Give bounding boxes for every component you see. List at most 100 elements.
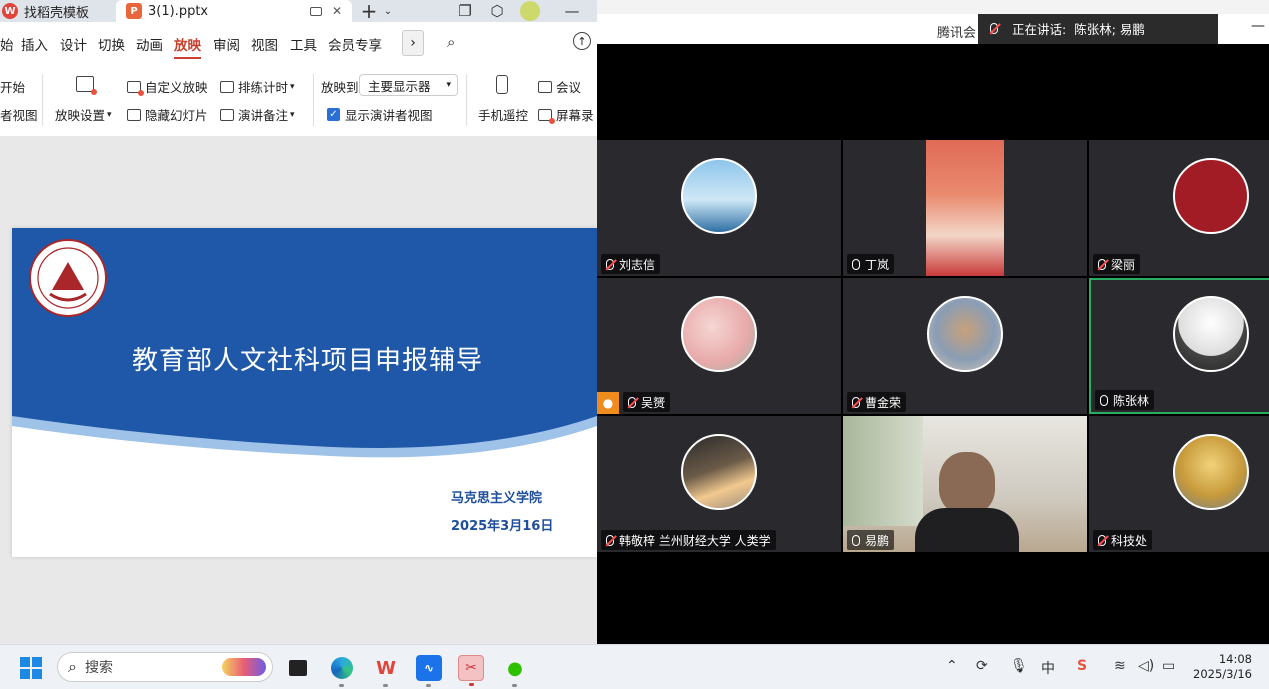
cube-icon[interactable]: ⬡ [486,0,508,22]
windows-start-icon[interactable] [18,655,44,681]
slide[interactable]: 教育部人文社科项目申报辅导 马克思主义学院 2025年3月16日 [12,228,597,557]
wps-tray-icon[interactable]: S [1077,658,1087,674]
dropdown-chevron-icon: ▾ [107,109,112,120]
rehearse-timing-button[interactable]: 排练计时 ▾ [220,77,295,96]
avatar [927,296,1003,372]
slide-date: 2025年3月16日 [451,519,554,534]
search-icon: ⌕ [68,657,77,676]
sync-icon[interactable]: ⟳ [976,658,988,674]
tray-overflow-chevron-icon[interactable]: ⌃ [946,658,958,674]
start-from-label[interactable]: 开始 [0,77,25,96]
participant-name: 科技处 [1111,533,1148,548]
running-indicator [512,684,517,687]
custom-show-button[interactable]: 自定义放映 [127,77,208,96]
tab-list-chevron-icon[interactable]: ⌄ [380,0,396,22]
participant-tile-active-speaker[interactable]: 陈张林 [1089,278,1269,414]
menu-review[interactable]: 审阅 [213,34,240,54]
clock[interactable]: 14:08 2025/3/16 [1192,652,1252,682]
menu-start[interactable]: 始 [0,34,14,54]
minimize-icon[interactable]: — [1251,18,1265,34]
wechat-icon[interactable]: ● [502,655,528,687]
menu-design[interactable]: 设计 [60,34,87,54]
participant-name-tag: 科技处 [1093,530,1153,550]
new-tab-button[interactable]: + [358,0,380,23]
participant-tile[interactable]: 丁岚 [843,140,1087,276]
meeting-icon [538,80,552,93]
screen-record-label: 屏幕录 [556,108,594,123]
volume-icon[interactable]: ◁) [1138,658,1154,674]
presenter-view-label[interactable]: 者视图 [0,105,38,124]
participant-tile[interactable]: 科技处 [1089,416,1269,552]
participant-tile[interactable]: 刘志信 [597,140,841,276]
snipping-tool-icon[interactable]: ✂ [458,655,484,686]
speaker-notes-button[interactable]: 演讲备注 ▾ [220,105,295,124]
tab-pptx-label: 3(1).pptx [148,3,209,19]
show-to-label: 放映到 [321,80,359,95]
show-presenter-view-checkbox[interactable]: ✓ 显示演讲者视图 [327,105,433,124]
participant-tile[interactable]: 梁丽 [1089,140,1269,276]
ime-indicator[interactable]: 中 [1041,658,1055,678]
screen-record-button[interactable]: 屏幕录 [538,105,594,124]
timer-icon [220,80,234,93]
menu-slideshow[interactable]: 放映 [174,34,201,59]
upload-cloud-icon[interactable]: ↑ [573,32,591,50]
monitor-select[interactable]: 主要显示器 ▾ [359,74,458,96]
wifi-icon[interactable]: ≋ [1114,658,1126,674]
close-tab-icon[interactable]: ✕ [332,4,342,18]
running-indicator [339,684,344,687]
hide-slide-button[interactable]: 隐藏幻灯片 [127,105,208,124]
mic-on-icon [1100,394,1108,406]
participant-name: 易鹏 [865,533,890,548]
menu-scroll-right-icon[interactable]: › [402,30,424,56]
meeting-label: 会议 [556,80,582,95]
window-restore-icon[interactable]: ❐ [454,0,476,22]
menu-bar: 始 插入 设计 切换 动画 放映 审阅 视图 工具 会员专享 › ⌕ ↑ [0,30,597,59]
participant-name-tag: 韩敬梓 兰州财经大学 人类学 [601,530,776,550]
participant-tile[interactable]: ● 吴赟 [597,278,841,414]
menu-tools[interactable]: 工具 [290,34,317,54]
participant-name-tag: 易鹏 [847,530,895,550]
host-icon: ● [597,392,619,414]
meeting-button[interactable]: 会议 [538,77,581,96]
edge-browser-icon[interactable] [329,655,355,687]
user-avatar[interactable] [519,0,541,22]
record-icon [538,108,555,124]
show-settings-icon[interactable] [76,76,97,95]
ppt-file-icon: P [126,3,142,19]
search-icon[interactable]: ⌕ [447,33,455,51]
tab-pptx[interactable]: P 3(1).pptx ✕ [116,0,352,22]
video-person [939,452,995,514]
participant-tile[interactable]: 曹金荣 [843,278,1087,414]
minimize-icon[interactable]: — [562,0,582,22]
ribbon: 开始 者视图 放映设置 ▾ 自定义放映 隐藏幻灯片 排练计时 ▾ 演讲备注 ▾ 放映到… [0,66,597,136]
video-window [843,416,923,526]
battery-icon[interactable]: ▭ [1162,658,1175,674]
mic-off-icon [1098,258,1106,270]
tencent-meeting-icon[interactable]: ∿ [416,655,442,687]
separator [466,74,467,126]
microphone-icon[interactable]: 🎙 [1010,658,1028,674]
participant-tile[interactable]: 韩敬梓 兰州财经大学 人类学 [597,416,841,552]
menu-insert[interactable]: 插入 [21,34,48,54]
participant-name: 梁丽 [1111,257,1136,272]
taskbar-search-box[interactable]: ⌕ 搜索 [57,652,273,682]
participant-name-tag: 陈张林 [1095,390,1155,410]
wps-office-icon[interactable]: W [373,655,399,687]
tab-template[interactable]: W 找稻壳模板 [0,0,112,22]
phone-remote-icon[interactable] [496,75,508,94]
phone-remote-label[interactable]: 手机遥控 [478,105,528,124]
wps-logo-icon: W [2,3,18,19]
mic-on-icon [852,534,860,546]
participant-tile[interactable]: 易鹏 [843,416,1087,552]
menu-transition[interactable]: 切换 [98,34,125,54]
participant-name-tag: 梁丽 [1093,254,1141,274]
avatar [681,296,757,372]
menu-member[interactable]: 会员专享 [328,34,382,54]
menu-view[interactable]: 视图 [251,34,278,54]
monitor-icon[interactable] [310,6,322,16]
separator [42,74,43,126]
menu-animation[interactable]: 动画 [136,34,163,54]
show-settings-button[interactable]: 放映设置 ▾ [55,105,112,124]
task-view-icon[interactable] [285,655,311,681]
speaking-names: 陈张林; 易鹏 [1074,21,1145,37]
